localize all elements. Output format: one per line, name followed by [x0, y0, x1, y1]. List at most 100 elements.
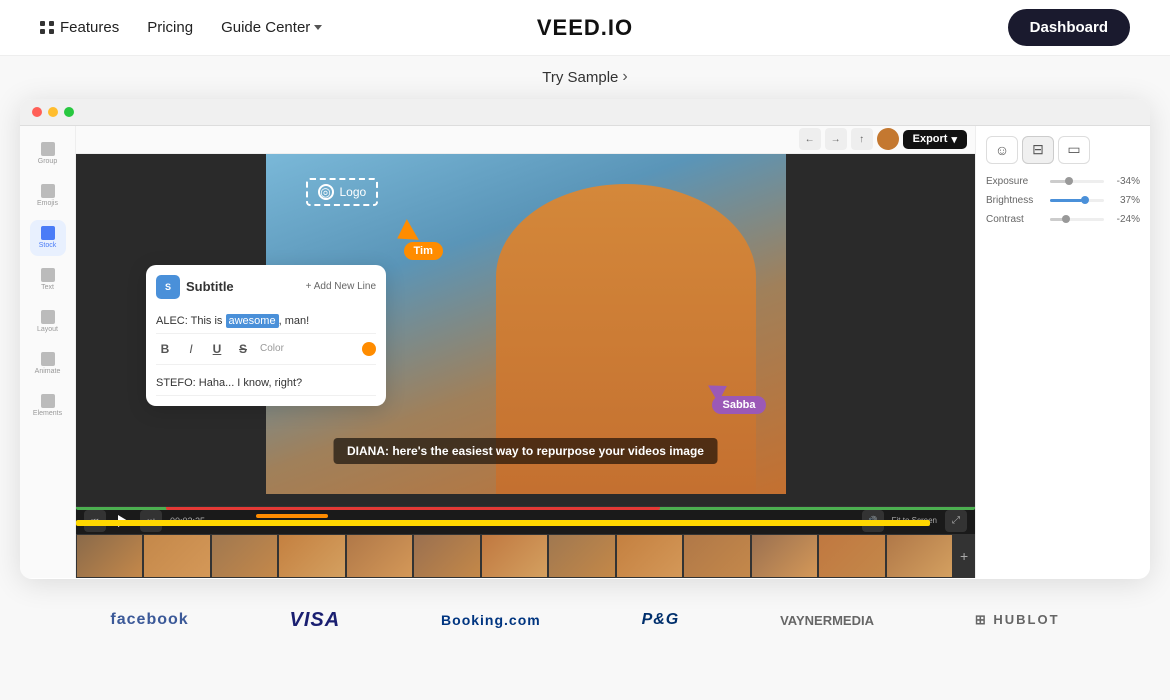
site-logo[interactable]: VEED.IO: [537, 15, 633, 41]
export-label: Export: [913, 133, 948, 145]
brands-bar: facebook VISA Booking.com P&G VAYNERMEDI…: [0, 589, 1170, 652]
subtitle-icon: S: [156, 275, 180, 299]
panel-tab-crop[interactable]: ▭: [1058, 136, 1090, 164]
exposure-value: -34%: [1108, 176, 1140, 187]
thumb-12: [818, 534, 885, 578]
elements-icon: [41, 394, 55, 408]
redo-button[interactable]: →: [825, 128, 847, 150]
window-minimize-dot: [48, 107, 58, 117]
thumb-8: [548, 534, 615, 578]
window-close-dot: [32, 107, 42, 117]
bold-button[interactable]: B: [156, 340, 174, 358]
brand-visa: VISA: [290, 609, 341, 632]
editor-right-panel: ☺ ⊟ ▭ Exposure -34%: [975, 126, 1150, 578]
strikethrough-button[interactable]: S: [234, 340, 252, 358]
export-dropdown-icon: ▾: [951, 133, 957, 146]
editor-body: Group Emojis Stock Text Layout: [20, 126, 1150, 578]
stock-icon: [41, 226, 55, 240]
editor-canvas-area[interactable]: ◎ Logo Tim DIANA: here's the easiest way…: [76, 154, 975, 506]
thumb-7: [481, 534, 548, 578]
thumb-1: [76, 534, 143, 578]
share-button[interactable]: ↑: [851, 128, 873, 150]
navbar: Features Pricing Guide Center VEED.IO Da…: [0, 0, 1170, 56]
brand-pg: P&G: [642, 611, 680, 629]
thumb-9: [616, 534, 683, 578]
nav-left: Features Pricing Guide Center: [40, 19, 322, 36]
editor-mockup: Group Emojis Stock Text Layout: [20, 99, 1150, 579]
exposure-fill: [1050, 180, 1066, 183]
grid-icon: [40, 21, 54, 34]
contrast-label: Contrast: [986, 214, 1046, 225]
brightness-value: 37%: [1108, 195, 1140, 206]
brightness-label: Brightness: [986, 195, 1046, 206]
editor-sidebar: Group Emojis Stock Text Layout: [20, 126, 76, 578]
top-row-actions: ← → ↑ Export ▾: [799, 128, 967, 150]
sidebar-item-layout[interactable]: Layout: [30, 304, 66, 340]
pricing-link[interactable]: Pricing: [147, 19, 193, 36]
nav-features-link[interactable]: Features: [40, 19, 119, 36]
dashboard-button[interactable]: Dashboard: [1008, 9, 1130, 46]
undo-button[interactable]: ←: [799, 128, 821, 150]
track-orange: [256, 514, 328, 518]
thumb-10: [683, 534, 750, 578]
italic-button[interactable]: I: [182, 340, 200, 358]
arrow-icon: ›: [622, 68, 627, 86]
sidebar-item-text[interactable]: Text: [30, 262, 66, 298]
brand-facebook: facebook: [110, 611, 188, 629]
contrast-slider[interactable]: [1050, 218, 1104, 221]
add-track-button[interactable]: +: [953, 534, 975, 578]
guide-center-link[interactable]: Guide Center: [221, 19, 322, 36]
adjust-icon: ⊟: [1032, 141, 1044, 158]
subtitle-line-2: STEFO: Haha... I know, right?: [156, 371, 376, 396]
editor-main: ← → ↑ Export ▾: [76, 126, 975, 578]
panel-tab-adjust[interactable]: ⊟: [1022, 136, 1054, 164]
try-sample-link[interactable]: Try Sample ›: [542, 68, 627, 86]
logo-element[interactable]: ◎ Logo: [306, 178, 379, 206]
color-picker-dot[interactable]: [362, 342, 376, 356]
subtitle-format-bar: B I U S Color: [156, 334, 376, 365]
sidebar-label-text: Text: [41, 284, 54, 291]
text-icon: [41, 268, 55, 282]
exposure-row: Exposure -34%: [986, 176, 1140, 187]
thumb-5: [346, 534, 413, 578]
logo-label: Logo: [340, 185, 367, 199]
sabba-cursor-badge: Sabba: [712, 380, 765, 414]
brand-vaynermedia: VAYNERMEDIA: [780, 613, 874, 628]
crop-icon: ▭: [1067, 141, 1080, 158]
exposure-label: Exposure: [986, 176, 1046, 187]
add-new-line-button[interactable]: + Add New Line: [306, 281, 376, 292]
sidebar-item-emojis[interactable]: Emojis: [30, 178, 66, 214]
brightness-fill: [1050, 199, 1082, 202]
thumb-4: [278, 534, 345, 578]
thumbnail-strip: +: [76, 534, 975, 578]
thumb-3: [211, 534, 278, 578]
panel-tab-face[interactable]: ☺: [986, 136, 1018, 164]
sidebar-label-stock: Stock: [39, 242, 57, 249]
brightness-row: Brightness 37%: [986, 195, 1140, 206]
contrast-value: -24%: [1108, 214, 1140, 225]
thumb-13: [886, 534, 953, 578]
sidebar-label-animate: Animate: [35, 368, 61, 375]
sidebar-label-emojis: Emojis: [37, 200, 58, 207]
sidebar-item-animate[interactable]: Animate: [30, 346, 66, 382]
brightness-slider[interactable]: [1050, 199, 1104, 202]
editor-top-row: ← → ↑ Export ▾: [76, 126, 975, 154]
sidebar-item-elements[interactable]: Elements: [30, 388, 66, 424]
track-yellow: [76, 520, 930, 526]
editor-timeline[interactable]: ⏮ ⏭ 00:02:25 🔊 Fit to Screen ⤢: [76, 506, 975, 578]
sidebar-item-stock[interactable]: Stock: [30, 220, 66, 256]
contrast-row: Contrast -24%: [986, 214, 1140, 225]
face-icon: ☺: [995, 142, 1009, 158]
window-chrome: [20, 99, 1150, 126]
underline-button[interactable]: U: [208, 340, 226, 358]
sidebar-label-elements: Elements: [33, 410, 62, 417]
sidebar-label-group: Group: [38, 158, 57, 165]
exposure-slider[interactable]: [1050, 180, 1104, 183]
sidebar-item-group[interactable]: Group: [30, 136, 66, 172]
window-maximize-dot: [64, 107, 74, 117]
user-avatar: [877, 128, 899, 150]
logo-circle-icon: ◎: [318, 184, 334, 200]
export-button[interactable]: Export ▾: [903, 130, 967, 149]
color-label: Color: [260, 343, 284, 354]
subtitle-panel: S Subtitle + Add New Line ALEC: This is …: [146, 265, 386, 406]
